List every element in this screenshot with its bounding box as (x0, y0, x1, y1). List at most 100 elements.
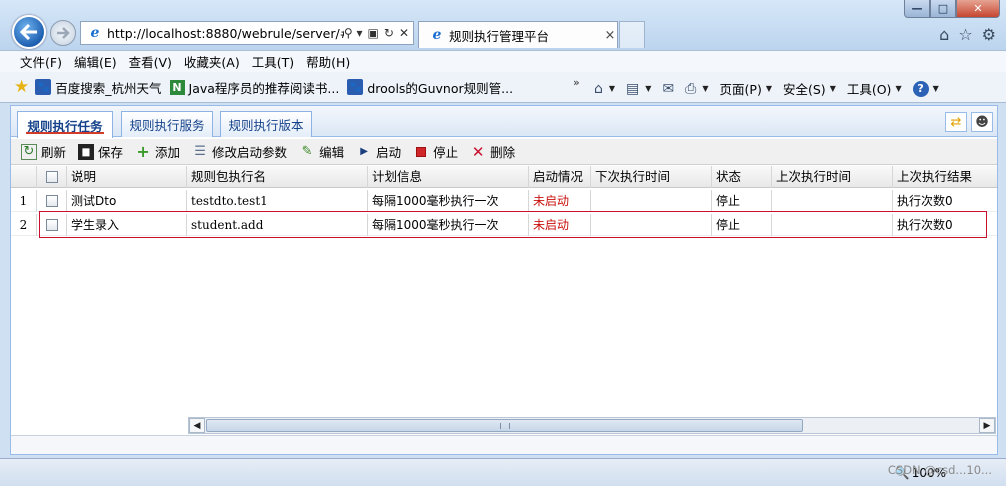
chevron-down-icon: ▼ (895, 84, 902, 93)
column-header-status[interactable]: 状态 (712, 166, 772, 188)
play-icon: ▶ (360, 146, 368, 157)
favorite-link[interactable]: 🐾 drools的Guvnor规则管... (347, 78, 513, 97)
active-tab-indicator (26, 132, 104, 134)
menu-file[interactable]: 文件(F) (14, 52, 68, 71)
column-header-desc[interactable]: 说明 (67, 166, 187, 188)
home-command[interactable]: ⌂ ▼ (594, 81, 615, 97)
gear-icon[interactable]: ⚙ (982, 25, 996, 44)
tab-rule-versions[interactable]: 规则执行版本 (220, 111, 312, 137)
favorites-overflow-chevron[interactable]: » (573, 76, 580, 89)
print-command[interactable]: ⎙ ▼ (685, 81, 708, 97)
menu-help[interactable]: 帮助(H) (300, 52, 356, 71)
grid-header-row: 说明 规则包执行名 计划信息 启动情况 下次执行时间 状态 上次执行时间 上次执… (11, 166, 997, 188)
row-checkbox[interactable] (46, 194, 58, 207)
mail-icon: ✉ (662, 80, 675, 97)
scroll-right-arrow-icon[interactable]: ▶ (979, 418, 995, 433)
ie-icon: e (432, 27, 442, 43)
favorite-link[interactable]: 🐾 百度搜索_杭州天气 (35, 78, 162, 97)
favorites-star-icon[interactable]: ★ (14, 77, 29, 97)
table-row[interactable]: 1 测试Dto testdto.test1 每隔1000毫秒执行一次 未启动 停… (11, 190, 997, 212)
printer-icon: ⎙ (685, 80, 697, 97)
chevron-down-icon: ▼ (765, 84, 772, 93)
edit-label: 编辑 (319, 145, 345, 160)
cell-status: 停止 (712, 190, 772, 212)
safety-menu-label: 安全(S) (782, 82, 826, 97)
minimize-button[interactable]: — (904, 0, 930, 18)
tab-close-icon[interactable]: × (603, 28, 617, 43)
back-button[interactable] (12, 15, 46, 49)
refresh-icon[interactable]: ↻ (384, 26, 394, 40)
close-window-button[interactable]: ✕ (956, 0, 1000, 18)
scroll-left-arrow-icon[interactable]: ◀ (189, 418, 205, 433)
column-header-last-result[interactable]: 上次执行结果 (893, 166, 997, 188)
cell-launch: 未启动 (529, 190, 591, 212)
sync-icon[interactable]: ⇄ (945, 112, 967, 132)
cell-desc: 测试Dto (67, 190, 187, 212)
mail-command[interactable]: ✉ (662, 81, 674, 97)
menu-edit[interactable]: 编辑(E) (68, 52, 123, 71)
refresh-button[interactable]: ↻ 刷新 (21, 142, 66, 161)
row-number: 2 (11, 214, 37, 236)
cell-package: testdto.test1 (187, 190, 368, 212)
browser-right-icons: ⌂ ☆ ⚙ (939, 25, 996, 44)
column-header-plan[interactable]: 计划信息 (368, 166, 529, 188)
grip-icon (499, 423, 510, 429)
help-menu[interactable]: ? ▼ (912, 80, 939, 97)
url-text[interactable]: http://localhost:8880/webrule/server/# (107, 26, 344, 41)
safety-menu[interactable]: 安全(S) ▼ (783, 79, 836, 98)
stop-button[interactable]: 停止 (413, 142, 458, 161)
maximize-button[interactable]: □ (930, 0, 956, 18)
favorite-label: 百度搜索_杭州天气 (55, 80, 162, 96)
save-button[interactable]: ▆ 保存 (78, 142, 123, 161)
compat-view-icon[interactable]: ▣ (368, 26, 379, 40)
baidu-icon: 🐾 (35, 79, 52, 95)
help-icon: ? (912, 80, 929, 97)
menu-tools[interactable]: 工具(T) (246, 52, 300, 71)
start-button[interactable]: ▶ 启动 (356, 142, 401, 161)
row-checkbox-cell (37, 190, 67, 212)
delete-button[interactable]: ✕ 删除 (470, 142, 515, 161)
tab-rule-services[interactable]: 规则执行服务 (121, 111, 213, 137)
row-checkbox[interactable] (46, 218, 58, 231)
cell-last-result: 执行次数0 (897, 218, 953, 232)
add-button[interactable]: + 添加 (135, 142, 180, 161)
cell-plan: 每隔1000毫秒执行一次 (368, 214, 529, 236)
forward-button[interactable] (50, 20, 76, 46)
cell-next-time (591, 214, 712, 236)
tab-label: 规则执行版本 (228, 118, 304, 133)
select-all-cell (37, 166, 67, 188)
menu-favorites[interactable]: 收藏夹(A) (178, 52, 246, 71)
baidu-icon: 🐾 (347, 79, 364, 95)
select-all-checkbox[interactable] (46, 170, 58, 183)
column-header-last-time[interactable]: 上次执行时间 (772, 166, 893, 188)
column-header-package[interactable]: 规则包执行名 (187, 166, 368, 188)
address-bar[interactable]: e http://localhost:8880/webrule/server/#… (80, 21, 414, 45)
user-icon[interactable]: ☻ (971, 112, 993, 132)
search-dropdown-icon[interactable]: ⚲ ▾ (344, 26, 363, 40)
menu-view[interactable]: 查看(V) (123, 52, 178, 71)
ie-icon: e (90, 25, 100, 41)
cell-package: student.add (187, 214, 368, 236)
grid-footer (11, 435, 997, 454)
tab-label: 规则执行服务 (129, 118, 205, 133)
tab-rule-tasks[interactable]: 规则执行任务 (17, 111, 113, 138)
stop-label: 停止 (433, 145, 459, 160)
page-menu[interactable]: 页面(P) ▼ (720, 79, 772, 98)
plus-icon: + (136, 142, 150, 161)
tools-menu[interactable]: 工具(O) ▼ (847, 79, 902, 98)
edit-button[interactable]: ✎ 编辑 (299, 142, 344, 161)
horizontal-scrollbar[interactable]: ◀ ▶ (188, 417, 996, 434)
favorites-star-icon[interactable]: ☆ (958, 25, 972, 44)
browser-tab[interactable]: e 规则执行管理平台 × (418, 21, 618, 48)
table-row[interactable]: 2 学生录入 student.add 每隔1000毫秒执行一次 未启动 停止 执… (11, 214, 997, 236)
chevron-down-icon: ▼ (932, 84, 939, 93)
favorite-link[interactable]: N Java程序员的推荐阅读书... (169, 78, 339, 97)
new-tab-button[interactable] (619, 21, 645, 48)
feeds-command[interactable]: ▤ ▼ (626, 81, 651, 97)
scroll-thumb[interactable] (206, 419, 803, 432)
stop-icon[interactable]: ✕ (399, 26, 409, 40)
modify-params-button[interactable]: ☰ 修改启动参数 (192, 142, 287, 161)
home-icon[interactable]: ⌂ (939, 25, 949, 44)
column-header-launch[interactable]: 启动情况 (529, 166, 591, 188)
column-header-next-time[interactable]: 下次执行时间 (591, 166, 712, 188)
